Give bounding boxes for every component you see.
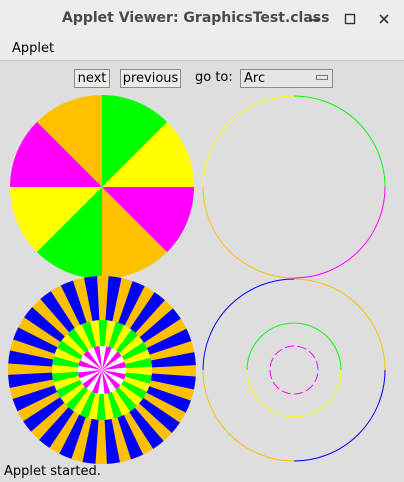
inner-ring-dash	[284, 345, 295, 349]
inner-ring-dash	[272, 381, 280, 390]
inner-ring-dash	[269, 357, 274, 367]
inner-ring-dash	[281, 390, 291, 395]
arc-segment	[293, 95, 386, 188]
inner-ring-dash	[315, 360, 319, 371]
inner-ring-dash	[274, 348, 283, 356]
inner-ring-dash	[308, 350, 316, 359]
arc-segment	[202, 186, 295, 279]
graphics-canvas	[8, 95, 386, 464]
inner-ring-dash	[293, 391, 304, 395]
inner-ring-dash	[305, 384, 314, 392]
inner-ring-dash	[314, 373, 319, 383]
status-text: Applet started.	[4, 464, 101, 479]
inner-ring-dash	[297, 345, 307, 350]
arc-segment	[202, 95, 295, 188]
inner-ring-dash	[269, 369, 273, 380]
arc-segment	[293, 186, 386, 279]
